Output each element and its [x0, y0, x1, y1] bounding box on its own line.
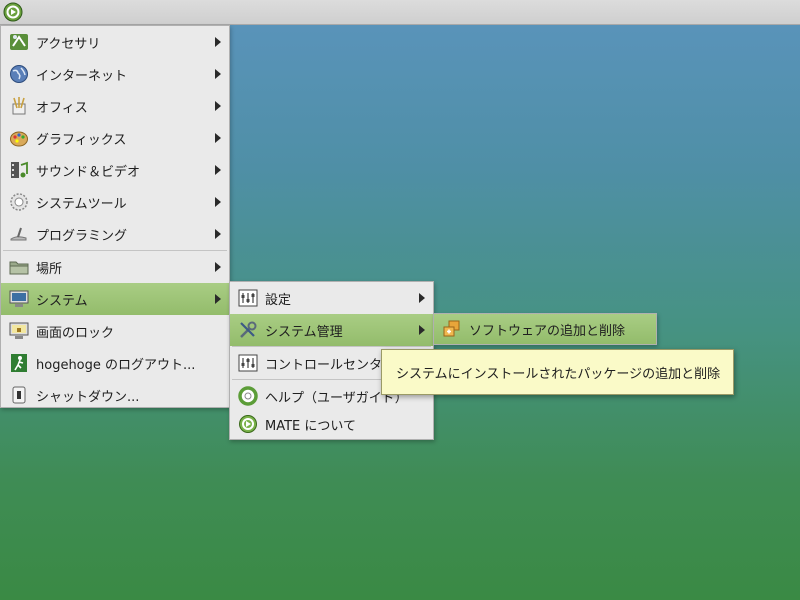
- menu-item-shutdown[interactable]: シャットダウン...: [1, 379, 229, 411]
- menu-item-places[interactable]: 場所: [1, 251, 229, 283]
- submenu-arrow-icon: [419, 293, 425, 303]
- mate-menu-button[interactable]: [0, 0, 25, 24]
- menu-item-label: 場所: [36, 261, 63, 277]
- mate-about-icon: [237, 413, 259, 435]
- menu-item-accessories[interactable]: アクセサリ: [1, 26, 229, 58]
- computer-icon: [8, 288, 30, 310]
- control-center-icon: [237, 352, 259, 374]
- submenu-arrow-icon: [215, 69, 221, 79]
- submenu-arrow-icon: [215, 197, 221, 207]
- menu-item-label: MATE について: [265, 418, 356, 434]
- menu-item-label: インターネット: [36, 68, 128, 84]
- menu-item-administration[interactable]: システム管理: [230, 314, 433, 346]
- menu-item-label: アクセサリ: [36, 36, 101, 52]
- system-tools-gear-icon: [8, 191, 30, 213]
- submenu-arrow-icon: [419, 325, 425, 335]
- menu-item-label: 画面のロック: [36, 325, 115, 341]
- administration-tools-icon: [237, 319, 259, 341]
- submenu-arrow-icon: [215, 262, 221, 272]
- menu-item-programming[interactable]: プログラミング: [1, 218, 229, 250]
- preferences-icon: [237, 287, 259, 309]
- office-icon: [8, 95, 30, 117]
- menu-item-label: サウンド＆ビデオ: [36, 164, 141, 180]
- software-package-icon: [441, 318, 463, 340]
- menu-item-label: プログラミング: [36, 228, 128, 244]
- mate-logo-icon: [3, 2, 22, 22]
- administration-submenu: ソフトウェアの追加と削除: [433, 313, 657, 345]
- menu-item-label: シャットダウン...: [36, 389, 140, 405]
- menu-item-lock-screen[interactable]: 画面のロック: [1, 315, 229, 347]
- menu-item-label: ソフトウェアの追加と削除: [469, 323, 626, 339]
- help-lifebuoy-icon: [237, 385, 259, 407]
- menu-item-about-mate[interactable]: MATE について: [230, 408, 433, 440]
- submenu-arrow-icon: [215, 229, 221, 239]
- menu-item-label: システムツール: [36, 196, 127, 212]
- submenu-arrow-icon: [215, 37, 221, 47]
- logout-icon: [8, 352, 30, 374]
- menu-item-label: 設定: [265, 292, 292, 308]
- tooltip: システムにインストールされたパッケージの追加と削除: [381, 349, 734, 395]
- submenu-arrow-icon: [215, 133, 221, 143]
- menu-item-label: オフィス: [36, 100, 88, 116]
- menu-item-system[interactable]: システム: [1, 283, 229, 315]
- folder-icon: [8, 256, 30, 278]
- menu-item-system-tools[interactable]: システムツール: [1, 186, 229, 218]
- menu-item-internet[interactable]: インターネット: [1, 58, 229, 90]
- main-menu: アクセサリ インターネット オフィス グラフィックス サウンド＆ビデオ システム: [0, 25, 230, 408]
- tooltip-text: システムにインストールされたパッケージの追加と削除: [396, 366, 721, 382]
- menu-item-label: グラフィックス: [36, 132, 127, 148]
- submenu-arrow-icon: [215, 294, 221, 304]
- menu-item-label: hogehoge のログアウト...: [36, 357, 196, 373]
- accessories-icon: [8, 31, 30, 53]
- menu-item-label: システム: [36, 293, 88, 309]
- menu-item-graphics[interactable]: グラフィックス: [1, 122, 229, 154]
- menu-item-label: システム管理: [265, 324, 343, 340]
- menu-item-software[interactable]: ソフトウェアの追加と削除: [434, 314, 656, 344]
- sound-video-icon: [8, 159, 30, 181]
- menu-item-logout[interactable]: hogehoge のログアウト...: [1, 347, 229, 379]
- menu-item-sound-video[interactable]: サウンド＆ビデオ: [1, 154, 229, 186]
- menu-item-preferences[interactable]: 設定: [230, 282, 433, 314]
- top-panel: [0, 0, 800, 25]
- programming-icon: [8, 223, 30, 245]
- lock-screen-icon: [8, 320, 30, 342]
- internet-globe-icon: [8, 63, 30, 85]
- shutdown-icon: [8, 384, 30, 406]
- menu-item-office[interactable]: オフィス: [1, 90, 229, 122]
- submenu-arrow-icon: [215, 165, 221, 175]
- submenu-arrow-icon: [215, 101, 221, 111]
- graphics-palette-icon: [8, 127, 30, 149]
